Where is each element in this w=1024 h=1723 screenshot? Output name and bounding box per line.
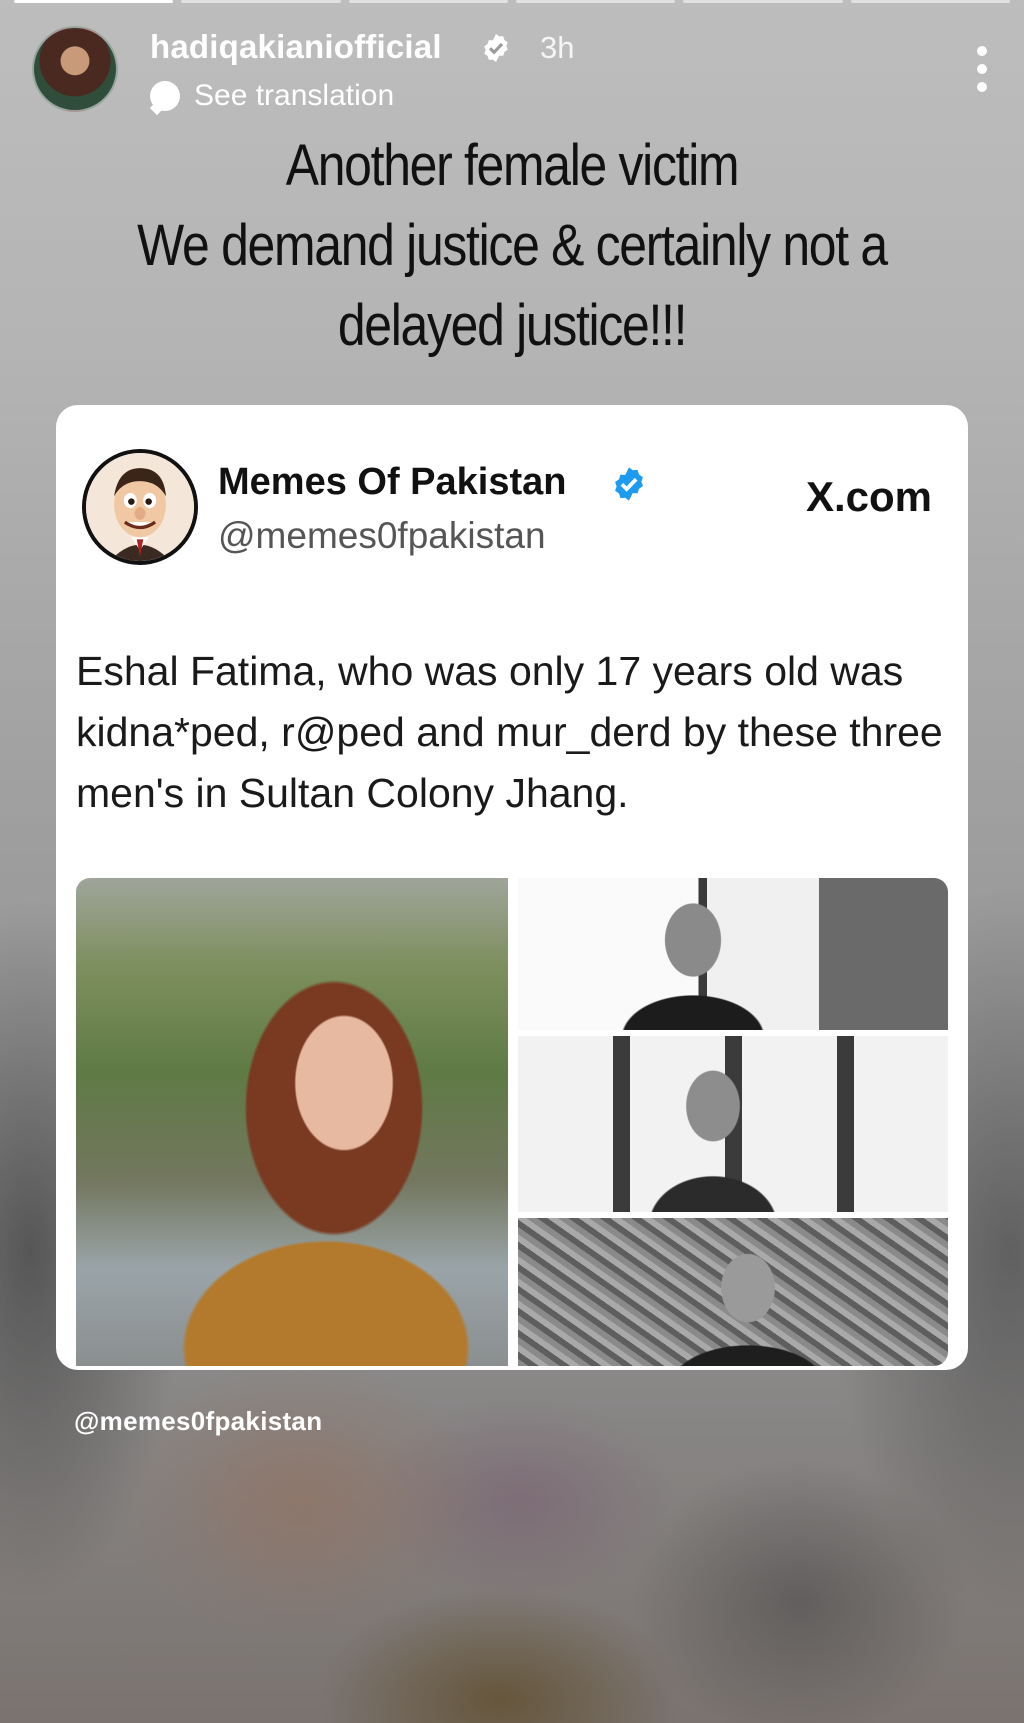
progress-segment-2 xyxy=(181,0,341,3)
tweet-author-handle[interactable]: @memes0fpakistan xyxy=(218,515,546,557)
suspect-photo-1 xyxy=(518,878,948,1030)
more-vertical-icon[interactable] xyxy=(972,46,992,92)
progress-segment-6 xyxy=(850,0,1010,3)
see-translation-button[interactable]: See translation xyxy=(150,78,394,114)
progress-segment-5 xyxy=(683,0,843,3)
more-dot xyxy=(977,64,987,74)
progress-segment-4 xyxy=(515,0,676,3)
victim-photo xyxy=(76,878,508,1366)
tweet-card[interactable]: Memes Of Pakistan @memes0fpakistan X.com… xyxy=(56,405,968,1370)
progress-segment-3 xyxy=(348,0,508,3)
cartoon-face-icon xyxy=(86,453,194,561)
progress-segment-1 xyxy=(14,0,174,3)
verified-badge-icon xyxy=(484,34,508,62)
profile-avatar[interactable] xyxy=(32,26,118,112)
suspect-photo-3 xyxy=(518,1218,948,1366)
tweet-author-name[interactable]: Memes Of Pakistan xyxy=(218,461,566,504)
more-dot xyxy=(977,46,987,56)
story-caption: Another female victim We demand justice … xyxy=(106,126,918,366)
caption-line-3: delayed justice!!! xyxy=(337,293,688,358)
story-header: hadiqakianiofficial 3h See translation xyxy=(32,26,992,116)
caption-line-2: We demand justice & certainly not a xyxy=(137,213,888,278)
suspect-photo-2 xyxy=(518,1036,948,1212)
caption-line-1: Another female victim xyxy=(285,133,740,198)
speech-bubble-icon xyxy=(150,81,180,111)
tweet-source-label: X.com xyxy=(805,473,932,520)
story-progress-bar xyxy=(14,0,1010,4)
watermark-handle: @memes0fpakistan xyxy=(74,1406,323,1436)
story-timestamp: 3h xyxy=(540,30,575,65)
tweet-body-text: Eshal Fatima, who was only 17 years old … xyxy=(76,648,943,816)
story-username[interactable]: hadiqakianiofficial xyxy=(150,28,442,66)
verified-badge-icon xyxy=(615,467,643,501)
see-translation-label: See translation xyxy=(194,79,395,112)
tweet-author-avatar xyxy=(82,449,198,565)
more-dot xyxy=(977,82,987,92)
